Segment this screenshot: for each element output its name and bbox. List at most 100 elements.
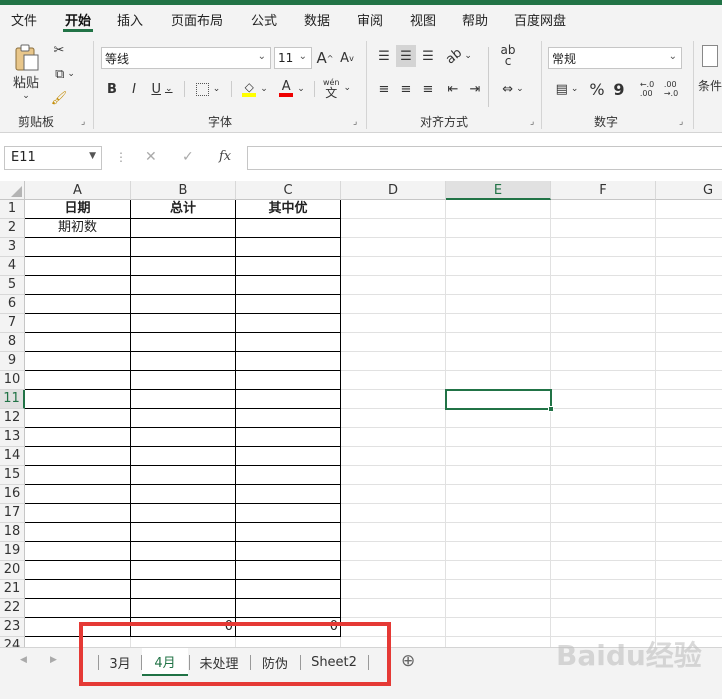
grow-font-button[interactable]: A ^ [315,47,335,69]
cell-g1[interactable] [656,200,722,219]
cell-g12[interactable] [656,409,722,428]
cell-b14[interactable] [131,447,236,466]
merge-center-button[interactable]: ⇔ ⌄ [496,78,530,100]
cell-c21[interactable] [236,580,341,599]
cell-d1[interactable] [341,200,446,219]
cell-b17[interactable] [131,504,236,523]
cell-g15[interactable] [656,466,722,485]
row-header-3[interactable]: 3 [0,238,25,257]
borders-button[interactable]: ⌄ [191,78,225,100]
tab-scroll-next-button[interactable]: ▶ [50,655,57,665]
cell-d20[interactable] [341,561,446,580]
cell-b21[interactable] [131,580,236,599]
row-header-24[interactable]: 24 [0,637,25,647]
cell-g18[interactable] [656,523,722,542]
row-header-22[interactable]: 22 [0,599,25,618]
cell-f1[interactable] [551,200,656,219]
tab-file[interactable]: 文件 [11,10,37,29]
tab-review[interactable]: 审阅 [357,10,383,29]
row-header-10[interactable]: 10 [0,371,25,390]
cell-d16[interactable] [341,485,446,504]
cell-a19[interactable] [25,542,131,561]
cell-d9[interactable] [341,352,446,371]
bold-button[interactable]: B [104,78,120,100]
cell-e2[interactable] [446,219,551,238]
font-name-dropdown[interactable]: 等线 ⌄ [101,47,271,69]
row-header-13[interactable]: 13 [0,428,25,447]
cell-d3[interactable] [341,238,446,257]
align-left-button[interactable]: ≡ [374,78,394,100]
alignment-launcher-icon[interactable]: ⌟ [530,117,534,127]
cell-b1[interactable]: 总计 [131,200,236,219]
cell-f15[interactable] [551,466,656,485]
cell-e23[interactable] [446,618,551,637]
row-header-23[interactable]: 23 [0,618,25,637]
cell-c3[interactable] [236,238,341,257]
cell-b15[interactable] [131,466,236,485]
number-format-dropdown[interactable]: 常规 ⌄ [548,47,682,69]
row-header-16[interactable]: 16 [0,485,25,504]
cell-g8[interactable] [656,333,722,352]
cell-f6[interactable] [551,295,656,314]
cell-e17[interactable] [446,504,551,523]
column-header-g[interactable]: G [656,181,722,200]
cell-b4[interactable] [131,257,236,276]
cell-f17[interactable] [551,504,656,523]
cell-b6[interactable] [131,295,236,314]
name-box[interactable]: E11 ▼ [4,146,102,170]
cell-f2[interactable] [551,219,656,238]
tab-help[interactable]: 帮助 [462,10,488,29]
cell-d22[interactable] [341,599,446,618]
align-bottom-button[interactable]: ☰ [418,45,438,67]
cell-f22[interactable] [551,599,656,618]
row-header-12[interactable]: 12 [0,409,25,428]
cell-g16[interactable] [656,485,722,504]
align-top-button[interactable]: ☰ [374,45,394,67]
row-header-18[interactable]: 18 [0,523,25,542]
formula-input[interactable] [247,146,722,170]
cell-b8[interactable] [131,333,236,352]
cell-e14[interactable] [446,447,551,466]
cell-b19[interactable] [131,542,236,561]
cell-e18[interactable] [446,523,551,542]
column-header-c[interactable]: C [236,181,341,200]
row-header-7[interactable]: 7 [0,314,25,333]
cell-f9[interactable] [551,352,656,371]
cell-d2[interactable] [341,219,446,238]
copy-button[interactable]: ⧉ ⌄ [48,63,82,85]
row-header-11[interactable]: 11 [0,390,25,409]
row-header-14[interactable]: 14 [0,447,25,466]
cell-g11[interactable] [656,390,722,409]
shrink-font-button[interactable]: Av [337,47,357,69]
cell-g6[interactable] [656,295,722,314]
cell-f16[interactable] [551,485,656,504]
cell-f21[interactable] [551,580,656,599]
cell-a22[interactable] [25,599,131,618]
cell-g9[interactable] [656,352,722,371]
cell-a9[interactable] [25,352,131,371]
cell-c13[interactable] [236,428,341,447]
cell-c20[interactable] [236,561,341,580]
row-header-15[interactable]: 15 [0,466,25,485]
cell-f3[interactable] [551,238,656,257]
align-center-button[interactable]: ≡ [396,78,416,100]
row-header-1[interactable]: 1 [0,200,25,219]
cell-a20[interactable] [25,561,131,580]
cell-f4[interactable] [551,257,656,276]
accounting-format-button[interactable]: ▤ ⌄ [550,78,584,100]
cell-a8[interactable] [25,333,131,352]
insert-function-button[interactable]: fx [219,149,231,164]
cell-e12[interactable] [446,409,551,428]
row-header-6[interactable]: 6 [0,295,25,314]
cell-b2[interactable] [131,219,236,238]
cell-c12[interactable] [236,409,341,428]
cell-d19[interactable] [341,542,446,561]
cell-g7[interactable] [656,314,722,333]
row-header-5[interactable]: 5 [0,276,25,295]
cell-g21[interactable] [656,580,722,599]
cell-e24[interactable] [446,637,551,647]
cell-f13[interactable] [551,428,656,447]
cell-d8[interactable] [341,333,446,352]
cell-d4[interactable] [341,257,446,276]
cell-c14[interactable] [236,447,341,466]
